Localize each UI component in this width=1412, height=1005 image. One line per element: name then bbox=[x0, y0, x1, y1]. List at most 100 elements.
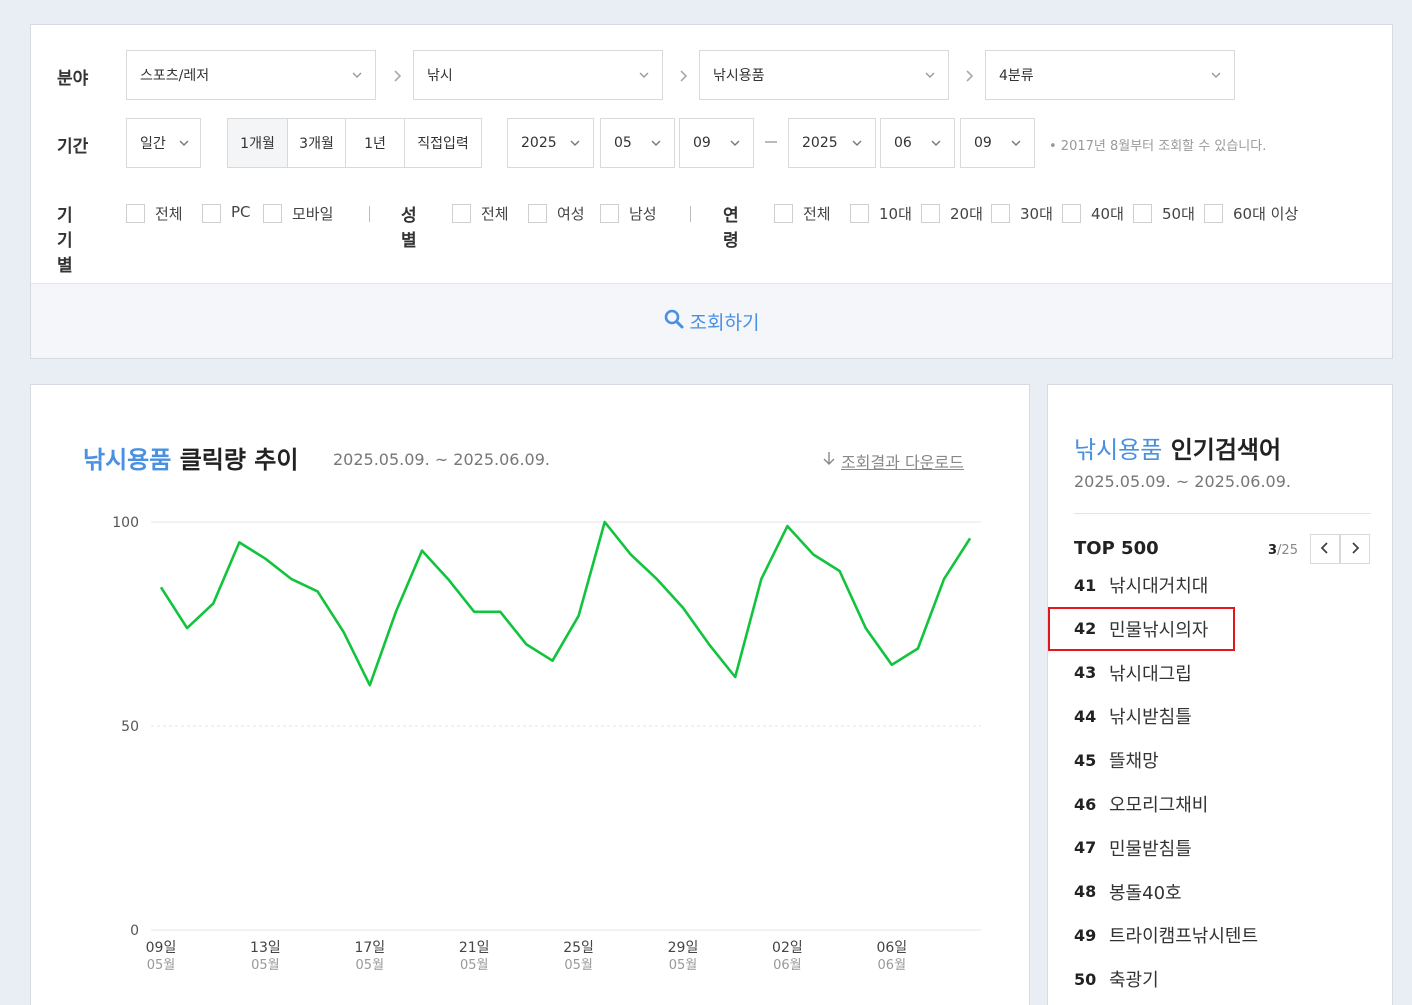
prev-page-button[interactable] bbox=[1310, 534, 1340, 564]
age-20s-checkbox[interactable] bbox=[921, 204, 940, 223]
x-tick-day: 25일 bbox=[563, 940, 594, 956]
search-button[interactable]: 조회하기 bbox=[664, 308, 759, 335]
gender-label: 성별 bbox=[401, 206, 417, 251]
chevron-down-icon bbox=[178, 137, 190, 149]
start-day-select[interactable]: 09 bbox=[679, 118, 754, 168]
x-tick-month: 05월 bbox=[356, 958, 385, 973]
x-tick-day: 17일 bbox=[354, 940, 385, 956]
end-month-select[interactable]: 06 bbox=[880, 118, 955, 168]
x-tick-month: 06월 bbox=[773, 958, 802, 973]
rank-number: 48 bbox=[1074, 882, 1097, 902]
rank-item[interactable]: 44 낚시받침틀 bbox=[1074, 694, 1374, 738]
age-40s-checkbox[interactable] bbox=[1062, 204, 1081, 223]
start-year-select[interactable]: 2025 bbox=[507, 118, 594, 168]
x-tick-day: 02일 bbox=[772, 940, 803, 956]
period-3month-button[interactable]: 3개월 bbox=[287, 119, 345, 167]
rank-number: 46 bbox=[1074, 794, 1097, 814]
category-label: 분야 bbox=[57, 69, 89, 89]
category-select-4[interactable]: 4분류 bbox=[985, 50, 1235, 100]
x-tick-month: 05월 bbox=[147, 958, 176, 973]
rank-item[interactable]: 48 봉돌40호 bbox=[1074, 870, 1374, 914]
age-10s-label: 10대 bbox=[879, 205, 912, 223]
rank-keyword: 뜰채망 bbox=[1109, 751, 1159, 773]
chevron-down-icon bbox=[1010, 137, 1022, 149]
rank-item[interactable]: 47 민물받침틀 bbox=[1074, 826, 1374, 870]
gender-female-label: 여성 bbox=[557, 205, 585, 223]
chevron-down-icon bbox=[569, 137, 581, 149]
device-all-checkbox[interactable] bbox=[126, 204, 145, 223]
search-icon bbox=[664, 309, 684, 334]
click-trend-chart: 100 50 0 09일 05월 13일 05월 17일 05월 21일 05월 25일 05월 29일… bbox=[112, 515, 981, 973]
age-50s-label: 50대 bbox=[1162, 205, 1195, 223]
period-note: • 2017년 8월부터 조회할 수 있습니다. bbox=[1049, 139, 1267, 154]
end-year-select[interactable]: 2025 bbox=[788, 118, 876, 168]
gender-all-checkbox[interactable] bbox=[452, 204, 471, 223]
age-10s-checkbox[interactable] bbox=[850, 204, 869, 223]
date-range-separator bbox=[765, 141, 777, 143]
rank-date-range: 2025.05.09. ~ 2025.06.09. bbox=[1074, 472, 1291, 491]
category-select-1[interactable]: 스포츠/레저 bbox=[126, 50, 376, 100]
rank-number: 50 bbox=[1074, 969, 1097, 989]
period-custom-button[interactable]: 직접입력 bbox=[404, 119, 481, 167]
device-mobile-checkbox[interactable] bbox=[263, 204, 282, 223]
chevron-down-icon bbox=[924, 69, 936, 81]
rank-item[interactable]: 45 뜰채망 bbox=[1074, 738, 1374, 782]
chevron-left-icon bbox=[1319, 540, 1331, 559]
rank-item[interactable]: 41 낚시대거치대 bbox=[1074, 563, 1374, 607]
rank-keyword: 오모리그채비 bbox=[1109, 795, 1209, 816]
rank-keyword: 봉돌40호 bbox=[1109, 882, 1182, 904]
rank-number: 41 bbox=[1074, 575, 1097, 595]
category-select-3[interactable]: 낚시용품 bbox=[699, 50, 949, 100]
age-20s-label: 20대 bbox=[950, 205, 983, 223]
age-all-checkbox[interactable] bbox=[774, 204, 793, 223]
rank-number: 49 bbox=[1074, 925, 1097, 945]
start-month-select[interactable]: 05 bbox=[600, 118, 675, 168]
category-select-2[interactable]: 낚시 bbox=[413, 50, 663, 100]
divider bbox=[1074, 513, 1371, 514]
chart-panel: 낚시용품 클릭량 추이 2025.05.09. ~ 2025.06.09. 조회… bbox=[30, 384, 1030, 1005]
filter-panel: 분야 스포츠/레저 낚시 낚시용품 4분류 기간 일간 1개월 3개월 1년 직… bbox=[30, 24, 1393, 359]
rank-item[interactable]: 49 트라이캠프낚시텐트 bbox=[1074, 913, 1374, 957]
age-all-label: 전체 bbox=[803, 205, 831, 223]
chevron-down-icon bbox=[1210, 69, 1222, 81]
age-30s-checkbox[interactable] bbox=[991, 204, 1010, 223]
chevron-down-icon bbox=[930, 137, 942, 149]
rank-title: 낚시용품 인기검색어 bbox=[1074, 436, 1282, 464]
chevron-right-icon bbox=[1349, 540, 1361, 559]
age-40s-label: 40대 bbox=[1091, 205, 1124, 223]
chevron-down-icon bbox=[729, 137, 741, 149]
gender-all-label: 전체 bbox=[481, 205, 509, 223]
rank-keyword: 축광기 bbox=[1109, 970, 1159, 992]
period-1year-button[interactable]: 1년 bbox=[345, 119, 404, 167]
period-1month-button[interactable]: 1개월 bbox=[228, 119, 287, 167]
y-tick-label: 0 bbox=[130, 923, 139, 939]
age-60s-label: 60대 이상 bbox=[1233, 205, 1299, 223]
top-label: TOP 500 bbox=[1074, 538, 1159, 559]
rank-item[interactable]: 43 낚시대그립 bbox=[1074, 651, 1374, 695]
gender-male-checkbox[interactable] bbox=[600, 204, 619, 223]
rank-item[interactable]: 50 축광기 bbox=[1074, 957, 1374, 1001]
rank-keyword: 민물받침틀 bbox=[1109, 838, 1192, 860]
device-pc-checkbox[interactable] bbox=[202, 204, 221, 223]
device-all-label: 전체 bbox=[155, 205, 183, 223]
rank-number: 43 bbox=[1074, 663, 1097, 683]
end-day-select[interactable]: 09 bbox=[960, 118, 1035, 168]
x-tick-day: 06일 bbox=[876, 940, 907, 956]
gender-female-checkbox[interactable] bbox=[528, 204, 547, 223]
age-60s-checkbox[interactable] bbox=[1204, 204, 1223, 223]
x-tick-day: 13일 bbox=[250, 940, 281, 956]
click-trend-line bbox=[159, 520, 972, 687]
age-label: 연령 bbox=[723, 206, 739, 251]
gender-male-label: 남성 bbox=[629, 205, 657, 223]
rank-keyword: 낚시대거치대 bbox=[1109, 576, 1209, 597]
next-page-button[interactable] bbox=[1340, 534, 1370, 564]
period-label: 기간 bbox=[57, 137, 89, 157]
chevron-down-icon bbox=[650, 137, 662, 149]
x-tick-day: 29일 bbox=[668, 940, 699, 956]
chevron-right-icon bbox=[676, 68, 690, 82]
y-tick-label: 50 bbox=[121, 719, 139, 735]
period-unit-select[interactable]: 일간 bbox=[126, 118, 201, 168]
chevron-right-icon bbox=[390, 68, 404, 82]
rank-item[interactable]: 46 오모리그채비 bbox=[1074, 782, 1374, 826]
age-50s-checkbox[interactable] bbox=[1133, 204, 1152, 223]
